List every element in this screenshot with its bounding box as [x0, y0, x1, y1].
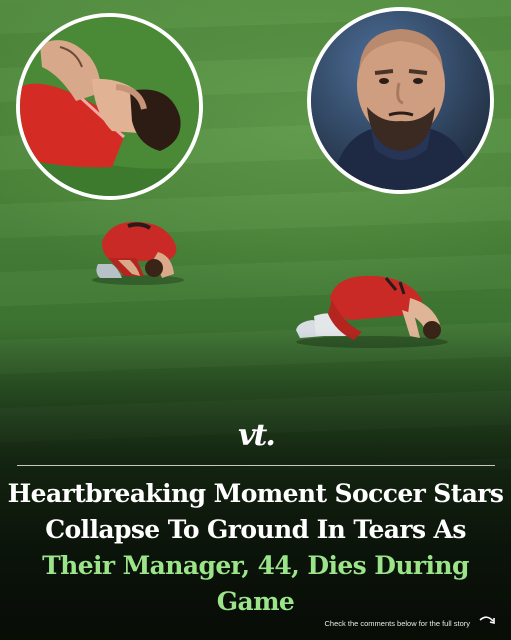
headline-line-3: Their Manager, 44, Dies During Game: [42, 551, 469, 616]
social-post: vt. Heartbreaking Moment Soccer Stars Co…: [0, 0, 511, 640]
comments-cta-text: Check the comments below for the full st…: [324, 619, 470, 628]
inset-photo-player-grieving: [16, 13, 203, 200]
brand-logo: vt.: [238, 418, 276, 453]
headline-line-2: Collapse To Ground In Tears As: [45, 515, 466, 544]
player-kneeling-left: [92, 221, 184, 285]
headline: Heartbreaking Moment Soccer Stars Collap…: [6, 476, 505, 620]
curved-arrow-icon: [479, 616, 495, 625]
inset-photo-manager-portrait: [307, 7, 494, 194]
headline-divider: [17, 465, 495, 466]
headline-line-1: Heartbreaking Moment Soccer Stars: [7, 479, 504, 508]
